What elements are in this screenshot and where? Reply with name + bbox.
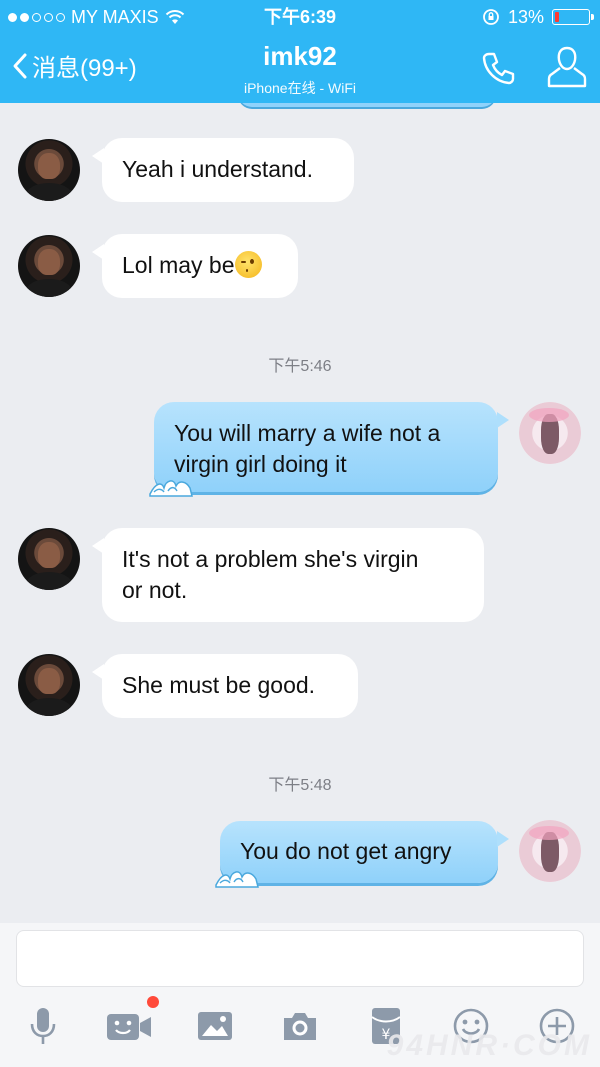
- message-input[interactable]: [16, 930, 584, 987]
- my-avatar[interactable]: [519, 402, 581, 464]
- orientation-lock-icon: [483, 9, 499, 25]
- incoming-message[interactable]: Lol may be: [92, 234, 298, 298]
- microphone-icon: [30, 1008, 56, 1044]
- profile-button[interactable]: [545, 44, 589, 95]
- camera-icon: [284, 1013, 316, 1040]
- incoming-message[interactable]: It's not a problem she's virgin or not.: [92, 528, 484, 622]
- wink-emoji-icon: [234, 251, 262, 278]
- contact-avatar[interactable]: [18, 528, 80, 590]
- outgoing-message[interactable]: You will marry a wife not a virgin girl …: [149, 402, 509, 497]
- contact-avatar[interactable]: [18, 654, 80, 716]
- notification-dot: [147, 996, 159, 1008]
- outgoing-message[interactable]: You do not get angry: [215, 821, 509, 888]
- camera-button[interactable]: [280, 1004, 320, 1048]
- chat-area[interactable]: Yeah i understand. Lol may be 下午5:46 You…: [0, 103, 600, 923]
- contact-avatar[interactable]: [18, 235, 80, 297]
- top-bar: MY MAXIS 下午6:39 13% 消息(99+) imk92 iPhone…: [0, 0, 600, 103]
- image-icon: [198, 1012, 232, 1040]
- message-text: She must be good.: [122, 672, 316, 698]
- message-text-line: You will marry a wife not a: [174, 420, 441, 446]
- watermark: 94HNR·COM: [386, 1029, 592, 1062]
- person-icon: [547, 46, 587, 88]
- my-avatar[interactable]: [519, 820, 581, 882]
- phone-call-button[interactable]: [478, 48, 518, 93]
- voice-button[interactable]: [23, 1004, 63, 1048]
- status-right: 13%: [482, 0, 594, 34]
- message-text-line: It's not a problem she's virgin: [122, 546, 419, 572]
- message-text: You do not get angry: [240, 838, 452, 864]
- photo-button[interactable]: [195, 1004, 235, 1048]
- video-call-button[interactable]: [106, 1004, 152, 1048]
- message-timestamp: 下午5:46: [268, 358, 332, 375]
- battery-icon: [552, 9, 594, 25]
- bubble-wave-decoration-icon: [149, 480, 193, 497]
- bubble-wave-decoration-icon: [215, 871, 259, 888]
- status-bar: MY MAXIS 下午6:39 13%: [0, 0, 600, 34]
- contact-avatar[interactable]: [18, 139, 80, 201]
- message-text: Lol may be: [122, 252, 235, 278]
- phone-icon: [482, 52, 515, 85]
- message-text-line: or not.: [122, 577, 188, 603]
- incoming-message[interactable]: She must be good.: [92, 654, 358, 718]
- previous-message-bubble-cutoff: [238, 103, 496, 107]
- battery-percent: 13%: [507, 7, 544, 27]
- message-text-line: virgin girl doing it: [174, 451, 347, 477]
- composer-area: ¥ 94HNR·COM: [0, 923, 600, 1067]
- video-icon: [107, 1014, 151, 1040]
- message-text: Yeah i understand.: [122, 156, 313, 182]
- incoming-message[interactable]: Yeah i understand.: [92, 138, 354, 202]
- message-timestamp: 下午5:48: [268, 777, 332, 794]
